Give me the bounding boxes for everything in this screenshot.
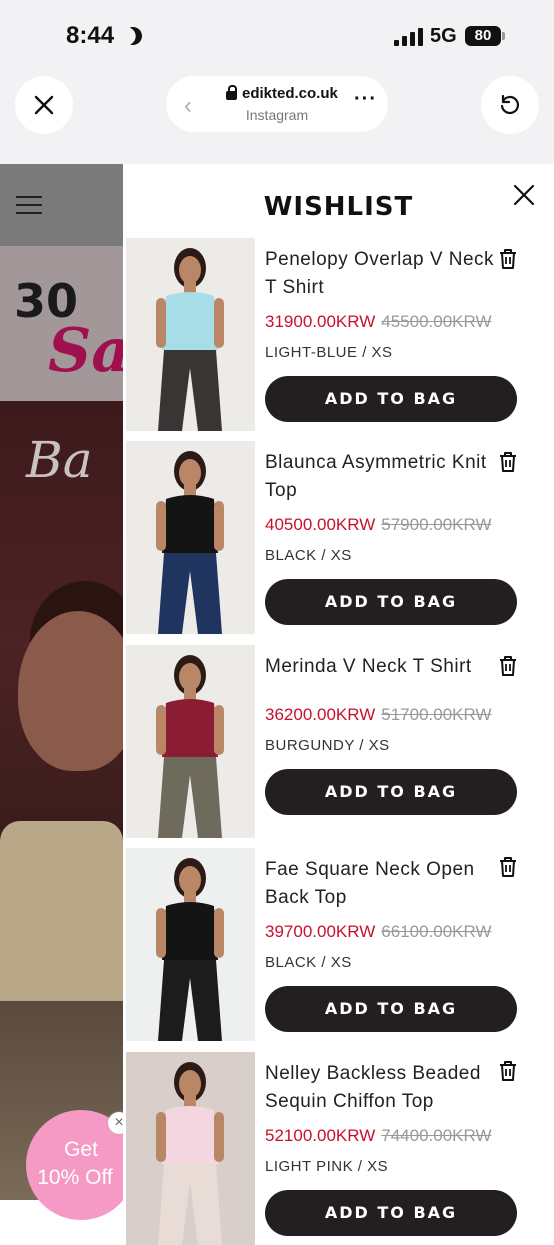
sale-price: 52100.00KRW: [265, 1126, 376, 1145]
signal-icon: [394, 28, 424, 46]
product-image[interactable]: [126, 441, 255, 634]
price-row: 39700.00KRW 66100.00KRW: [265, 922, 492, 942]
variant-label: LIGHT-BLUE / XS: [265, 344, 393, 361]
variant-label: BURGUNDY / XS: [265, 737, 390, 754]
close-icon: [34, 95, 54, 115]
sale-price: 40500.00KRW: [265, 515, 376, 534]
wishlist-title: WISHLIST: [263, 192, 414, 222]
product-photo: [156, 1062, 224, 1245]
wishlist-drawer: WISHLIST Penelopy Overlap V Neck T Shirt: [123, 164, 554, 1245]
trash-icon: [500, 249, 516, 269]
moon-icon: [121, 24, 144, 47]
close-browser-button[interactable]: [15, 76, 73, 134]
more-icon[interactable]: ···: [354, 88, 377, 111]
status-bar: 8:44 5G 80: [0, 0, 554, 70]
product-name[interactable]: Nelley Backless Beaded Sequin Chiffon To…: [265, 1060, 505, 1116]
product-image[interactable]: [126, 238, 255, 431]
add-to-bag-button[interactable]: ADD TO BAG: [265, 579, 517, 625]
delete-button[interactable]: [498, 451, 518, 473]
hero-script: Ba: [26, 431, 93, 489]
add-to-bag-button[interactable]: ADD TO BAG: [265, 1190, 517, 1236]
status-time: 8:44: [66, 22, 115, 49]
variant-label: BLACK / XS: [265, 547, 352, 564]
product-image[interactable]: [126, 1052, 255, 1245]
battery-tip: [502, 32, 505, 40]
trash-icon: [500, 452, 516, 472]
url-text: edikted.co.uk: [242, 85, 338, 102]
sale-price: 39700.00KRW: [265, 922, 376, 941]
original-price: 74400.00KRW: [381, 1126, 492, 1145]
reload-button[interactable]: [481, 76, 539, 134]
price-row: 52100.00KRW 74400.00KRW: [265, 1126, 492, 1146]
promo-script: Sa: [48, 316, 123, 386]
popup-line1: Get: [64, 1138, 98, 1161]
original-price: 57900.00KRW: [381, 515, 492, 534]
background-page: 30 Sa Ba: [0, 164, 123, 1200]
trash-icon: [500, 656, 516, 676]
variant-label: LIGHT PINK / XS: [265, 1158, 389, 1175]
product-name[interactable]: Merinda V Neck T Shirt: [265, 653, 505, 681]
add-to-bag-button[interactable]: ADD TO BAG: [265, 986, 517, 1032]
price-row: 36200.00KRW 51700.00KRW: [265, 705, 492, 725]
network-label: 5G: [430, 25, 457, 47]
lock-icon: [226, 85, 237, 100]
sale-price: 36200.00KRW: [265, 705, 376, 724]
battery-icon: 80: [465, 26, 501, 46]
price-row: 31900.00KRW 45500.00KRW: [265, 312, 492, 332]
address-bar[interactable]: ‹ edikted.co.uk Instagram ···: [166, 76, 388, 132]
original-price: 66100.00KRW: [381, 922, 492, 941]
menu-icon[interactable]: [16, 196, 42, 220]
product-name[interactable]: Fae Square Neck Open Back Top: [265, 856, 505, 912]
add-to-bag-button[interactable]: ADD TO BAG: [265, 769, 517, 815]
delete-button[interactable]: [498, 1060, 518, 1082]
delete-button[interactable]: [498, 655, 518, 677]
product-image[interactable]: [126, 848, 255, 1041]
product-photo: [156, 248, 224, 431]
site-header: [0, 164, 123, 246]
product-photo: [156, 451, 224, 634]
sale-price: 31900.00KRW: [265, 312, 376, 331]
product-photo: [156, 655, 224, 838]
product-photo: [156, 858, 224, 1041]
wishlist-close-button[interactable]: [509, 180, 539, 210]
product-name[interactable]: Blaunca Asymmetric Knit Top: [265, 449, 505, 505]
promo-banner: 30 Sa: [0, 246, 123, 401]
original-price: 51700.00KRW: [381, 705, 492, 724]
browser-toolbar: ‹ edikted.co.uk Instagram ···: [0, 70, 554, 164]
delete-button[interactable]: [498, 856, 518, 878]
hero-image: Ba: [0, 401, 123, 1200]
close-icon: [513, 184, 535, 206]
popup-line2: 10% Off: [37, 1166, 113, 1189]
product-image[interactable]: [126, 645, 255, 838]
trash-icon: [500, 1061, 516, 1081]
delete-button[interactable]: [498, 248, 518, 270]
reload-icon: [500, 94, 520, 115]
variant-label: BLACK / XS: [265, 954, 352, 971]
product-name[interactable]: Penelopy Overlap V Neck T Shirt: [265, 246, 505, 302]
trash-icon: [500, 857, 516, 877]
original-price: 45500.00KRW: [381, 312, 492, 331]
add-to-bag-button[interactable]: ADD TO BAG: [265, 376, 517, 422]
price-row: 40500.00KRW 57900.00KRW: [265, 515, 492, 535]
